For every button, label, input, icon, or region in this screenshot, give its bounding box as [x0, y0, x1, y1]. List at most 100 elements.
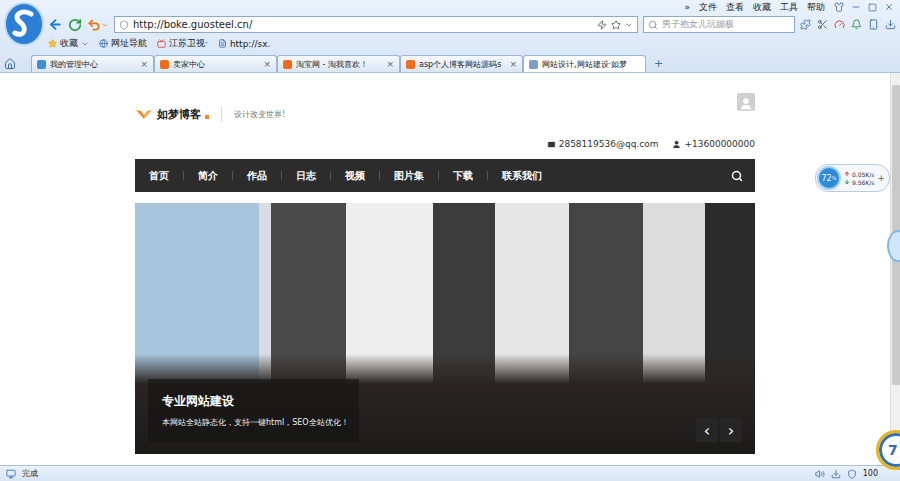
browser-tab[interactable]: 淘宝网 - 淘我喜欢！ ×	[277, 55, 400, 72]
undo-button[interactable]	[87, 18, 109, 32]
upload-arrow-icon	[844, 171, 850, 177]
back-button[interactable]	[48, 17, 63, 32]
favicon-icon	[529, 60, 538, 69]
browser-tab[interactable]: 网站设计,网站建设·如梦	[523, 55, 646, 72]
skin-icon[interactable]	[834, 2, 844, 12]
toolbar-icons	[800, 19, 896, 30]
menu-item[interactable]: 帮助	[807, 1, 825, 14]
download-icon[interactable]	[885, 19, 896, 30]
page-status-icon	[6, 469, 16, 479]
avatar[interactable]	[737, 93, 755, 111]
logo-box	[0, 0, 48, 53]
notify-icon[interactable]	[851, 19, 862, 30]
address-row: http://boke.guosteel.cn/男子抱女儿玩蹦极	[48, 14, 900, 35]
banner-title[interactable]: 专业网站建设	[162, 393, 349, 410]
nav-separator	[330, 171, 331, 180]
tab-label: 卖家中心	[173, 59, 259, 70]
brand-divider	[221, 106, 222, 122]
contact-row: 2858119536@qq.com +13600000000	[135, 138, 755, 150]
contact-phone[interactable]: +13600000000	[672, 139, 755, 149]
nav-item[interactable]: 作品	[233, 169, 281, 183]
home-button[interactable]	[4, 55, 31, 72]
speedup-icon[interactable]	[834, 19, 845, 30]
sound-icon[interactable]	[815, 469, 825, 479]
prev-button[interactable]: ‹	[696, 418, 718, 442]
nav-item[interactable]: 日志	[282, 169, 330, 183]
browser-tab[interactable]: 我的管理中心 ×	[31, 55, 154, 72]
nav-item[interactable]: 联系我们	[488, 169, 556, 183]
back-arrow-icon[interactable]	[48, 17, 63, 32]
menu-item[interactable]: 收藏	[753, 1, 771, 14]
search-icon[interactable]	[731, 170, 743, 182]
undo-icon[interactable]	[87, 18, 101, 32]
download-arrow-icon	[844, 179, 850, 185]
nav-item[interactable]: 视频	[331, 169, 379, 183]
address-field[interactable]: http://boke.guosteel.cn/	[114, 16, 638, 33]
tab-label: asp个人博客网站源码s	[419, 59, 505, 70]
favicon-icon	[406, 60, 415, 69]
speed-mode-icon[interactable]	[597, 20, 607, 30]
menu-item[interactable]: 查看	[726, 1, 744, 14]
banner-slider: 专业网站建设本网站全站静态化，支持一键html，SEO全站优化！ ‹›	[135, 203, 755, 454]
site-logo-text[interactable]: 如梦博客	[157, 107, 201, 122]
next-button[interactable]: ›	[720, 418, 742, 442]
bookmark-item[interactable]: http://sx.	[218, 39, 270, 49]
menu-item[interactable]: 工具	[780, 1, 798, 14]
menu-item[interactable]: 文件	[699, 1, 717, 14]
browser-window: »文件查看收藏工具帮助http://boke.guosteel.cn/男子抱女儿…	[0, 0, 900, 481]
zoom-level[interactable]: 100	[863, 469, 878, 478]
refresh-icon[interactable]	[68, 18, 82, 32]
chrome-rows: »文件查看收藏工具帮助http://boke.guosteel.cn/男子抱女儿…	[48, 0, 900, 53]
screenshot-icon[interactable]	[817, 19, 828, 30]
nav-item[interactable]: 下载	[439, 169, 487, 183]
tab-close[interactable]: ×	[263, 59, 271, 69]
tab-close[interactable]: ×	[386, 59, 394, 69]
banner-subtitle: 本网站全站静态化，支持一键html，SEO全站优化！	[162, 417, 349, 428]
brand-dot	[205, 115, 209, 119]
search-placeholder: 男子抱女儿玩蹦极	[662, 18, 734, 31]
memory-ball[interactable]: 72%	[817, 166, 841, 190]
nav-search[interactable]	[731, 170, 755, 182]
site-brand[interactable]: 如梦博客设计改变世界!	[135, 106, 285, 122]
nav-item[interactable]: 简介	[184, 169, 232, 183]
tab-label: 淘宝网 - 淘我喜欢！	[296, 59, 382, 70]
star-icon	[48, 39, 57, 48]
extension-icon[interactable]	[800, 19, 811, 30]
sogou-logo-icon[interactable]	[4, 2, 44, 46]
tab-close[interactable]: ×	[509, 59, 517, 69]
bookmark-item[interactable]: 收藏	[48, 37, 89, 50]
address-text[interactable]: http://boke.guosteel.cn/	[133, 19, 593, 30]
home-icon[interactable]	[4, 58, 16, 70]
refresh-button[interactable]	[68, 18, 82, 32]
bookmark-item[interactable]: 江苏卫视·	[157, 37, 208, 50]
bookmark-item[interactable]: 网址导航	[99, 37, 147, 50]
phone-icon[interactable]	[868, 19, 879, 30]
user-icon	[672, 140, 681, 149]
widget-expand[interactable]: +	[877, 173, 885, 183]
dropdown-icon[interactable]	[81, 40, 89, 48]
nav-item[interactable]: 图片集	[380, 169, 438, 183]
nav-item[interactable]: 首页	[135, 169, 183, 183]
tab-bar: 我的管理中心 × 卖家中心 × 淘宝网 - 淘我喜欢！ × asp个人博客网站源码s × 网站设…	[0, 53, 900, 72]
close-icon[interactable]	[884, 2, 894, 12]
favorite-star-icon[interactable]	[611, 20, 621, 30]
menu-item[interactable]: »	[684, 2, 690, 12]
browser-tab[interactable]: asp个人博客网站源码s ×	[400, 55, 523, 72]
status-text: 完成	[22, 468, 809, 479]
tab-label: 我的管理中心	[50, 59, 136, 70]
security-icon[interactable]	[847, 469, 857, 479]
page-area: 如梦博客设计改变世界! 2858119536@qq.com +13600000000…	[0, 73, 900, 465]
download-manager-icon[interactable]	[831, 469, 841, 479]
new-tab-button[interactable]: +	[646, 55, 671, 72]
maximize-icon[interactable]	[868, 3, 877, 12]
dropdown-icon[interactable]	[101, 21, 109, 29]
contact-email[interactable]: 2858119536@qq.com	[547, 139, 659, 149]
search-field[interactable]: 男子抱女儿玩蹦极	[643, 16, 795, 33]
scrollbar[interactable]	[890, 73, 900, 465]
menu-bar: » 文件查看收藏工具帮助	[48, 0, 900, 14]
minimize-icon[interactable]	[851, 2, 861, 12]
speed-widget[interactable]: 72%0.05K/s9.56K/s+	[815, 164, 890, 192]
history-dropdown-icon[interactable]	[625, 21, 633, 29]
tab-close[interactable]: ×	[140, 59, 148, 69]
browser-tab[interactable]: 卖家中心 ×	[154, 55, 277, 72]
